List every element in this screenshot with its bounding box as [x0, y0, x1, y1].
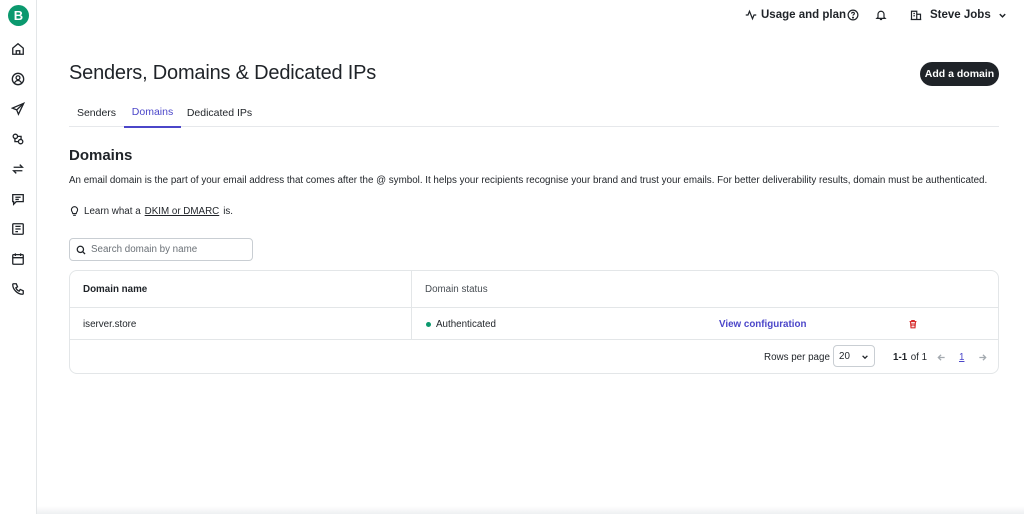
tab-bar: Senders Domains Dedicated IPs — [69, 98, 999, 128]
account-menu[interactable]: Steve Jobs — [910, 6, 1007, 24]
domain-status-cell: Authenticated — [426, 308, 496, 340]
lightbulb-icon — [70, 206, 79, 216]
search-icon — [76, 245, 86, 255]
dkim-dmarc-link[interactable]: DKIM or DMARC — [145, 206, 220, 217]
learn-dkim-dmarc: Learn what a DKIM or DMARC is. — [69, 206, 233, 217]
user-name: Steve Jobs — [930, 9, 991, 21]
arrow-right-icon — [979, 353, 987, 361]
page-number-current[interactable]: 1 — [959, 340, 964, 373]
delete-domain-button[interactable] — [908, 308, 918, 340]
brevo-logo[interactable]: B — [8, 5, 29, 26]
contacts-icon[interactable] — [9, 70, 27, 88]
transactional-icon[interactable] — [9, 160, 27, 178]
domains-table: Domain name Domain status iserver.store … — [69, 270, 999, 374]
rows-per-page-value: 20 — [839, 350, 850, 362]
usage-and-plan-link[interactable]: Usage and plan — [745, 6, 846, 24]
activity-icon — [745, 9, 757, 21]
search-input[interactable] — [91, 244, 241, 255]
learn-prefix: Learn what a — [84, 206, 141, 217]
help-button[interactable] — [847, 6, 859, 24]
chevron-down-icon — [862, 355, 868, 360]
view-configuration-link[interactable]: View configuration — [719, 308, 806, 340]
tab-dedicated-ips[interactable]: Dedicated IPs — [181, 98, 258, 127]
next-page-button[interactable] — [978, 340, 987, 373]
domain-name-cell: iserver.store — [83, 318, 137, 330]
section-title: Domains — [69, 147, 133, 164]
meetings-icon[interactable] — [9, 250, 27, 268]
bottom-shadow — [37, 506, 1024, 514]
trash-icon — [909, 320, 917, 329]
tab-domains[interactable]: Domains — [124, 98, 181, 128]
page-range: 1-1 — [893, 351, 908, 363]
building-icon — [910, 10, 922, 21]
chevron-down-icon — [999, 13, 1006, 18]
pagination: Rows per page 20 1-1 of 1 1 — [70, 340, 998, 373]
conversations-icon[interactable] — [9, 190, 27, 208]
table-row: iserver.store Authenticated View configu… — [70, 308, 998, 340]
rows-per-page-select[interactable]: 20 — [833, 345, 875, 367]
sidebar: B — [0, 0, 37, 514]
status-label: Authenticated — [436, 318, 496, 330]
usage-and-plan-label: Usage and plan — [761, 9, 846, 21]
column-header-domain-name: Domain name — [83, 284, 148, 295]
previous-page-button[interactable] — [937, 340, 946, 373]
table-header: Domain name Domain status — [70, 271, 998, 308]
page-title: Senders, Domains & Dedicated IPs — [69, 62, 377, 84]
page-of-label: of 1 — [910, 351, 928, 363]
phone-icon[interactable] — [9, 280, 27, 298]
status-dot — [426, 321, 431, 327]
column-header-domain-status: Domain status — [425, 284, 488, 295]
home-icon[interactable] — [9, 40, 27, 58]
tab-senders[interactable]: Senders — [69, 98, 124, 127]
notifications-button[interactable] — [875, 6, 887, 24]
automation-icon[interactable] — [9, 130, 27, 148]
bell-icon — [875, 10, 887, 21]
logo-letter: B — [13, 8, 24, 23]
help-icon — [847, 9, 859, 21]
send-icon[interactable] — [9, 100, 27, 118]
sales-icon[interactable] — [9, 220, 27, 238]
rows-per-page-label: Rows per page — [764, 351, 830, 363]
learn-suffix: is. — [223, 206, 234, 217]
arrow-left-icon — [937, 353, 945, 361]
add-domain-button[interactable]: Add a domain — [920, 62, 999, 86]
section-description: An email domain is the part of your emai… — [69, 175, 988, 186]
search-box[interactable] — [69, 238, 253, 261]
page-total: of 1 — [908, 340, 928, 373]
